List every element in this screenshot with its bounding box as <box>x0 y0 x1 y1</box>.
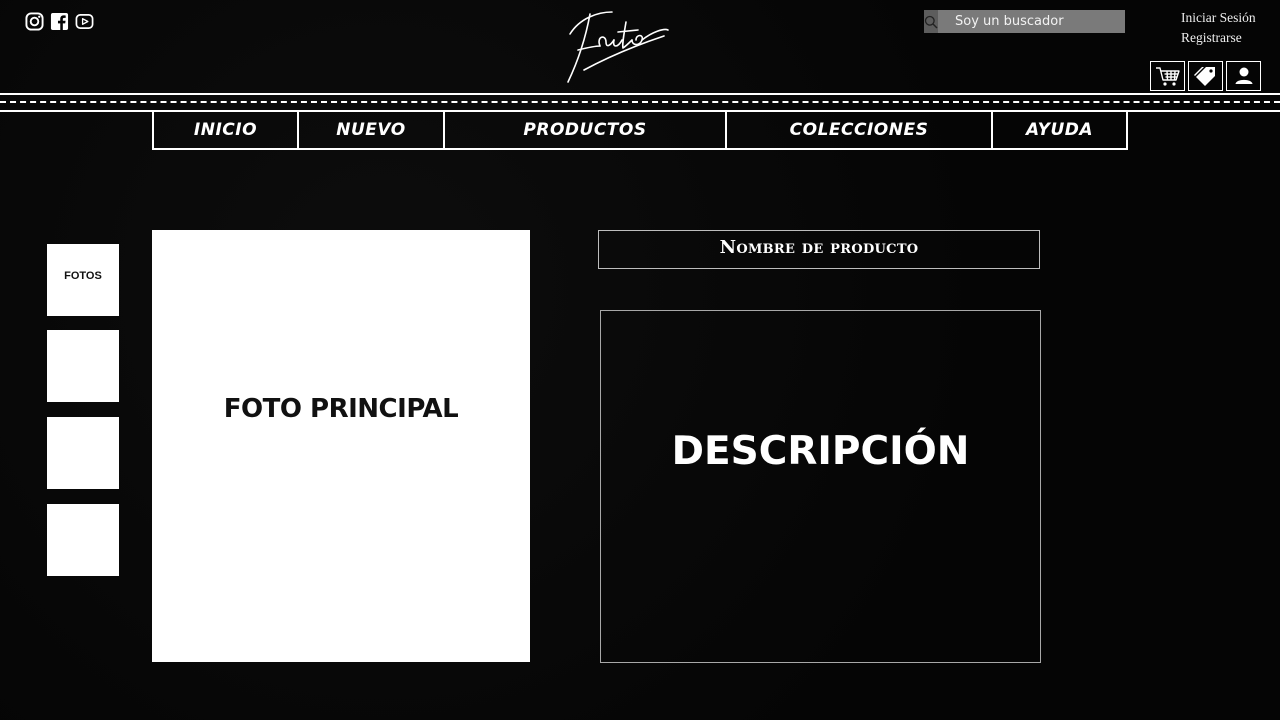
user-icon <box>1235 67 1252 84</box>
cart-icon <box>1155 67 1180 86</box>
search-input[interactable] <box>938 10 1125 33</box>
photo-thumbnail[interactable] <box>47 330 119 402</box>
auth-links: Iniciar Sesión Registrarse <box>1181 8 1256 48</box>
nav-item-ayuda[interactable]: AYUDA <box>993 111 1128 150</box>
search-icon <box>924 15 938 28</box>
account-button[interactable] <box>1226 61 1261 91</box>
brand-logo[interactable] <box>560 6 672 86</box>
tags-button[interactable] <box>1188 61 1223 91</box>
nav-item-productos[interactable]: PRODUCTOS <box>445 111 727 150</box>
header-rule-top <box>0 93 1280 95</box>
photo-thumbnail[interactable] <box>47 417 119 489</box>
social-links <box>25 12 94 31</box>
search-button[interactable] <box>924 10 938 33</box>
product-name: Nombre de producto <box>598 230 1040 269</box>
photo-thumbnail[interactable] <box>47 504 119 576</box>
nav-item-inicio[interactable]: INICIO <box>152 111 299 150</box>
login-link[interactable]: Iniciar Sesión <box>1181 8 1256 28</box>
youtube-icon[interactable] <box>75 12 94 31</box>
search-bar <box>924 10 1125 33</box>
product-description: DESCRIPCIÓN <box>600 310 1041 663</box>
header-rule-dashed <box>0 101 1280 103</box>
register-link[interactable]: Registrarse <box>1181 28 1256 48</box>
photo-thumbnail[interactable]: FOTOS <box>47 244 119 316</box>
nav-item-colecciones[interactable]: COLECCIONES <box>727 111 993 150</box>
nav-item-nuevo[interactable]: NUEVO <box>299 111 445 150</box>
cart-button[interactable] <box>1150 61 1185 91</box>
main-photo: FOTO PRINCIPAL <box>152 230 530 662</box>
main-nav: INICIO NUEVO PRODUCTOS COLECCIONES AYUDA <box>152 111 1128 150</box>
main-photo-label: FOTO PRINCIPAL <box>223 394 459 424</box>
description-label: DESCRIPCIÓN <box>671 429 970 474</box>
facebook-icon[interactable] <box>50 12 69 31</box>
header-actions <box>1150 61 1261 91</box>
tags-icon <box>1193 67 1215 86</box>
instagram-icon[interactable] <box>25 12 44 31</box>
